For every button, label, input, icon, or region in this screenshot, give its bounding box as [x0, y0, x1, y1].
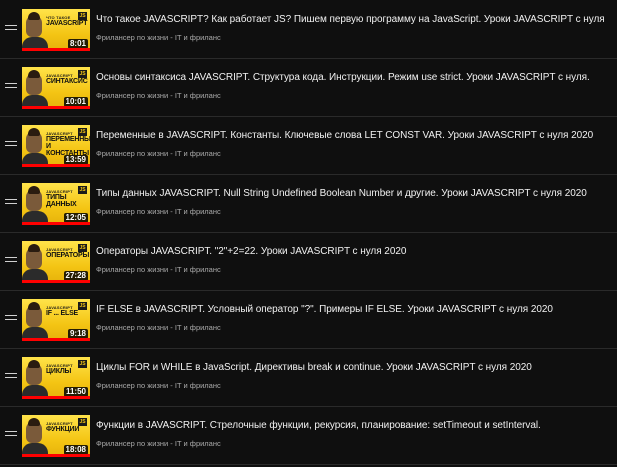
channel-name[interactable]: Фрилансер по жизни - IT и фриланс	[96, 381, 221, 390]
video-title[interactable]: Что такое JAVASCRIPT? Как работает JS? П…	[96, 14, 605, 25]
video-thumbnail[interactable]: JS JAVASCRIPT ОПЕРАТОРЫ 27:28	[22, 241, 90, 283]
playlist-item[interactable]: JS JAVASCRIPT ЦИКЛЫ 11:50 Циклы FOR и WH…	[0, 349, 617, 407]
thumbnail-topic: ФУНКЦИИ	[46, 426, 80, 433]
video-title[interactable]: Функции в JAVASCRIPT. Стрелочные функции…	[96, 420, 541, 431]
drag-handle-icon[interactable]	[5, 83, 17, 89]
video-title[interactable]: IF ELSE в JAVASCRIPT. Условный оператор …	[96, 304, 553, 315]
js-badge-icon: JS	[78, 128, 87, 136]
playlist-item[interactable]: JS JAVASCRIPT ОПЕРАТОРЫ 27:28 Операторы …	[0, 233, 617, 291]
js-badge-icon: JS	[78, 244, 87, 252]
channel-name[interactable]: Фрилансер по жизни - IT и фриланс	[96, 33, 221, 42]
watch-progress-bar	[22, 106, 90, 109]
watch-progress-bar	[22, 164, 90, 167]
drag-handle-icon[interactable]	[5, 257, 17, 263]
js-badge-icon: JS	[78, 360, 87, 368]
video-title[interactable]: Циклы FOR и WHILE в JavaScript. Директив…	[96, 362, 532, 373]
presenter-image	[26, 128, 42, 153]
presenter-image	[26, 186, 42, 211]
thumbnail-topic: СИНТАКСИС	[46, 78, 88, 85]
playlist-item[interactable]: JS JAVASCRIPT ФУНКЦИИ 18:08 Функции в JA…	[0, 407, 617, 465]
drag-handle-icon[interactable]	[5, 199, 17, 205]
video-title[interactable]: Типы данных JAVASCRIPT. Null String Unde…	[96, 188, 587, 199]
presenter-image	[26, 244, 42, 269]
video-title[interactable]: Операторы JAVASCRIPT. "2"+2=22. Уроки JA…	[96, 246, 406, 257]
watch-progress-bar	[22, 280, 90, 283]
video-thumbnail[interactable]: JS JAVASCRIPT СИНТАКСИС 10:01	[22, 67, 90, 109]
video-title[interactable]: Переменные в JAVASCRIPT. Константы. Ключ…	[96, 130, 593, 141]
drag-handle-icon[interactable]	[5, 431, 17, 437]
presenter-image	[26, 360, 42, 385]
js-badge-icon: JS	[78, 302, 87, 310]
presenter-image	[26, 418, 42, 443]
watch-progress-bar	[22, 454, 90, 457]
thumbnail-topic: ТИПЫ ДАННЫХ	[46, 194, 77, 208]
video-thumbnail[interactable]: JS JAVASCRIPT ЦИКЛЫ 11:50	[22, 357, 90, 399]
channel-name[interactable]: Фрилансер по жизни - IT и фриланс	[96, 91, 221, 100]
presenter-image	[26, 70, 42, 95]
video-thumbnail[interactable]: JS JAVASCRIPT IF ... ELSE 9:18	[22, 299, 90, 341]
watch-progress-bar	[22, 48, 90, 51]
drag-handle-icon[interactable]	[5, 25, 17, 31]
watch-progress-bar	[22, 396, 90, 399]
js-badge-icon: JS	[78, 12, 87, 20]
js-badge-icon: JS	[78, 418, 87, 426]
playlist-item[interactable]: JS JAVASCRIPT ТИПЫ ДАННЫХ 12:05 Типы дан…	[0, 175, 617, 233]
drag-handle-icon[interactable]	[5, 141, 17, 147]
drag-handle-icon[interactable]	[5, 315, 17, 321]
video-thumbnail[interactable]: JS JAVASCRIPT ТИПЫ ДАННЫХ 12:05	[22, 183, 90, 225]
channel-name[interactable]: Фрилансер по жизни - IT и фриланс	[96, 439, 221, 448]
channel-name[interactable]: Фрилансер по жизни - IT и фриланс	[96, 149, 221, 158]
video-thumbnail[interactable]: JS JAVASCRIPT ПЕРЕМЕННЫЕ И КОНСТАНТЫ 13:…	[22, 125, 90, 167]
js-badge-icon: JS	[78, 186, 87, 194]
watch-progress-bar	[22, 338, 90, 341]
channel-name[interactable]: Фрилансер по жизни - IT и фриланс	[96, 207, 221, 216]
watch-progress-bar	[22, 222, 90, 225]
thumbnail-topic: ЦИКЛЫ	[46, 368, 72, 375]
thumbnail-topic: IF ... ELSE	[46, 310, 79, 317]
video-title[interactable]: Основы синтаксиса JAVASCRIPT. Структура …	[96, 72, 590, 83]
thumbnail-topic: JAVASCRIPT	[46, 20, 88, 27]
playlist-item[interactable]: JS JAVASCRIPT IF ... ELSE 9:18 IF ELSE в…	[0, 291, 617, 349]
playlist-list: JS ЧТО ТАКОЕ JAVASCRIPT 8:01 Что такое J…	[0, 0, 617, 467]
channel-name[interactable]: Фрилансер по жизни - IT и фриланс	[96, 323, 221, 332]
playlist-item[interactable]: JS JAVASCRIPT СИНТАКСИС 10:01 Основы син…	[0, 59, 617, 117]
thumbnail-topic: ПЕРЕМЕННЫЕ И КОНСТАНТЫ	[46, 136, 90, 157]
video-thumbnail[interactable]: JS ЧТО ТАКОЕ JAVASCRIPT 8:01	[22, 9, 90, 51]
presenter-image	[26, 12, 42, 37]
video-thumbnail[interactable]: JS JAVASCRIPT ФУНКЦИИ 18:08	[22, 415, 90, 457]
js-badge-icon: JS	[78, 70, 87, 78]
playlist-item[interactable]: JS JAVASCRIPT ПЕРЕМЕННЫЕ И КОНСТАНТЫ 13:…	[0, 117, 617, 175]
drag-handle-icon[interactable]	[5, 373, 17, 379]
thumbnail-topic: ОПЕРАТОРЫ	[46, 252, 90, 259]
playlist-item[interactable]: JS ЧТО ТАКОЕ JAVASCRIPT 8:01 Что такое J…	[0, 1, 617, 59]
channel-name[interactable]: Фрилансер по жизни - IT и фриланс	[96, 265, 221, 274]
presenter-image	[26, 302, 42, 327]
